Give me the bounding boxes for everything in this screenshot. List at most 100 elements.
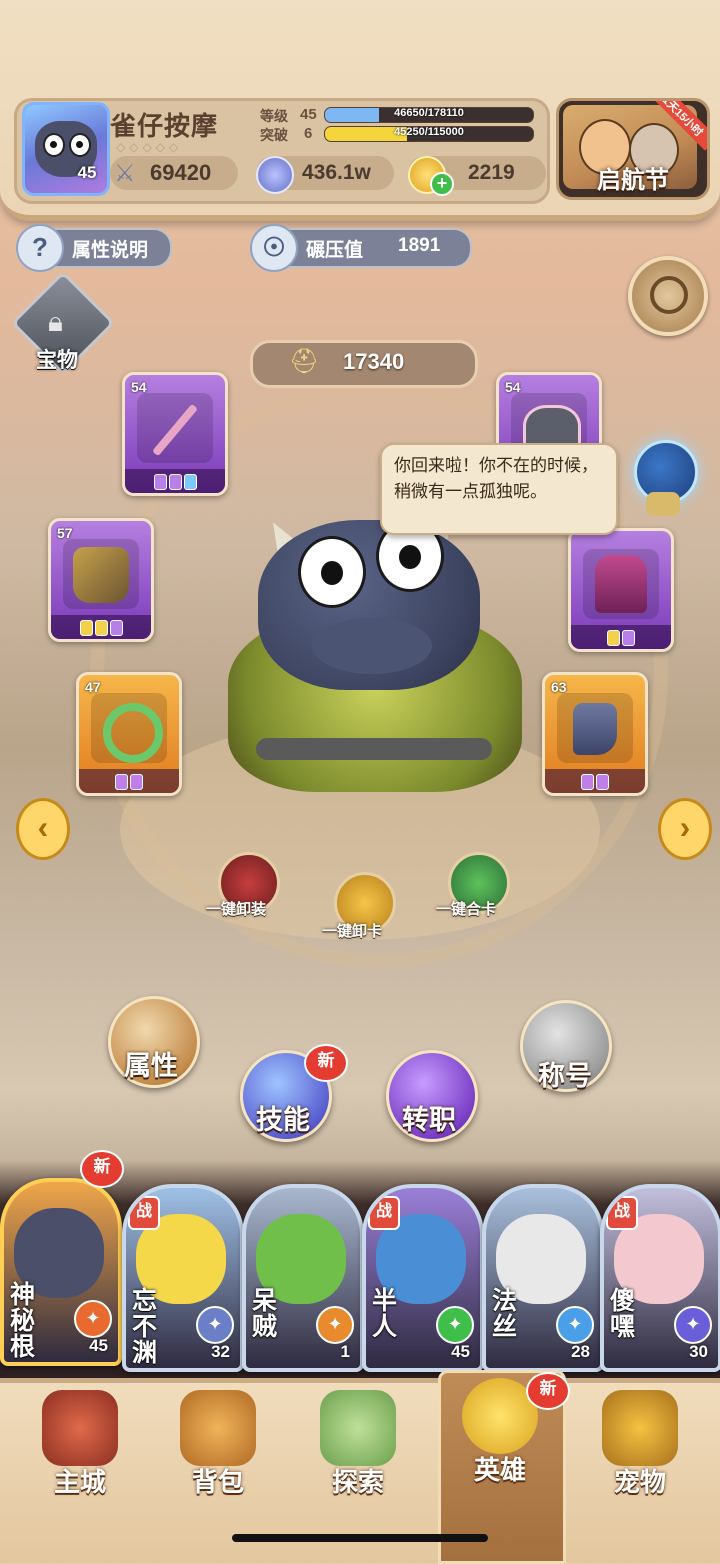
- break-text: 45250/115000: [394, 126, 464, 138]
- player-level: 45: [77, 163, 97, 182]
- nav-bag-label: 背包: [191, 1467, 244, 1497]
- hero-card[interactable]: 战傻嘿 ✦ 30: [600, 1184, 720, 1372]
- name-decoration: ◇◇◇◇◇: [116, 140, 183, 154]
- hero-card[interactable]: 战忘不渊 ✦ 32: [122, 1184, 244, 1372]
- unload-card-label: 一键卸卡: [322, 923, 383, 940]
- armor-icon: [63, 539, 139, 609]
- ring-icon: [91, 693, 167, 763]
- attribute-help-button[interactable]: ? 属性说明: [16, 224, 172, 272]
- treasure-label: 宝物: [36, 349, 78, 372]
- home-indicator[interactable]: [232, 1534, 488, 1542]
- equip-stars: [571, 625, 671, 649]
- skill-new-badge: 新: [304, 1044, 348, 1082]
- equip-slot-boots[interactable]: 63: [542, 672, 648, 796]
- add-gold-icon[interactable]: +: [430, 172, 454, 196]
- event-festival-button[interactable]: 1天15小时 启航节: [556, 98, 710, 200]
- castle-icon: [42, 1390, 118, 1466]
- hero-card[interactable]: 呆贼 ✦ 1: [242, 1184, 364, 1372]
- hero-card[interactable]: 战半人 ✦ 45: [362, 1184, 484, 1372]
- speech-bubble: 你回来啦！你不在的时候，稍微有一点孤独呢。: [380, 443, 618, 535]
- player-name: 雀仔按摩: [110, 111, 219, 141]
- hero-class-icon: ✦: [556, 1306, 594, 1344]
- gold-display[interactable]: + 2219: [408, 156, 546, 196]
- nav-explore-label: 探索: [331, 1467, 384, 1497]
- next-hero-arrow-icon[interactable]: ›: [658, 798, 712, 860]
- rank-medallion-icon[interactable]: [628, 256, 708, 336]
- question-icon: ?: [16, 224, 64, 272]
- equip-slot-ring[interactable]: 47: [76, 672, 182, 796]
- cape-icon: [583, 549, 659, 619]
- prev-hero-arrow-icon[interactable]: ‹: [16, 798, 70, 860]
- backpack-icon: [180, 1390, 256, 1466]
- grade-label: 等级: [260, 108, 288, 124]
- hero-level: 1: [340, 1342, 350, 1361]
- merge-card-button[interactable]: 一键合卡: [436, 846, 516, 926]
- lock-icon: 🔒︎: [48, 306, 63, 337]
- title-button[interactable]: 称号: [520, 1000, 616, 1096]
- nav-hero-label: 英雄: [473, 1455, 526, 1485]
- hero-level: 30: [689, 1342, 708, 1361]
- hero-card[interactable]: 法丝 ✦ 28: [482, 1184, 604, 1372]
- hero-level: 45: [451, 1342, 470, 1361]
- equip-slot-cape[interactable]: [568, 528, 674, 652]
- unequip-all-button[interactable]: 一键卸装: [206, 846, 286, 926]
- hero-level: 45: [89, 1336, 108, 1355]
- hero-class-icon: ✦: [74, 1300, 112, 1338]
- treasure-button[interactable]: 🔒︎ 宝物: [10, 270, 116, 376]
- hero-name: 忘不渊: [132, 1287, 158, 1367]
- hero-level: 32: [211, 1342, 230, 1361]
- combat-score-banner: ⛑ 17340: [250, 340, 478, 388]
- avatar-eye: [69, 133, 91, 157]
- silver-display: 436.1w: [256, 156, 394, 194]
- title-label: 称号: [538, 1061, 592, 1091]
- hero-belt: [256, 738, 492, 760]
- crush-value-button[interactable]: ☉ 碾压值 1891: [250, 224, 472, 272]
- equip-stars: [79, 769, 179, 793]
- job-change-button[interactable]: 转职: [386, 1050, 482, 1146]
- nav-main-city-label: 主城: [53, 1467, 106, 1497]
- combat-score: 17340: [343, 349, 405, 374]
- equip-stars: [51, 615, 151, 639]
- equip-stars: [125, 469, 225, 493]
- event-name: 启航节: [597, 167, 669, 194]
- skill-label: 技能: [256, 1105, 310, 1135]
- hero-snout: [312, 618, 432, 674]
- power-display: ⚔ 69420: [110, 156, 238, 190]
- equip-slot-weapon[interactable]: 54: [122, 372, 228, 496]
- break-bar: 45250/115000: [324, 126, 534, 142]
- silver-value: 436.1w: [302, 161, 371, 184]
- grade-value: 45: [300, 106, 317, 123]
- crossed-swords-icon: ⚔: [114, 160, 136, 187]
- gold-value: 2219: [468, 161, 515, 184]
- nav-main-city[interactable]: 主城: [20, 1384, 140, 1524]
- hero-new-badge: 新: [80, 1150, 124, 1188]
- unequip-label: 一键卸装: [206, 901, 267, 918]
- attribute-help-label: 属性说明: [72, 240, 149, 261]
- skill-button[interactable]: 技能 新: [240, 1044, 348, 1146]
- hero-roster-cards: 神秘根 ✦ 45 新战忘不渊 ✦ 32 呆贼 ✦ 1 战半人 ✦ 45 法丝 ✦ 28 战傻嘿 ✦ 30: [0, 1150, 720, 1380]
- hero-card[interactable]: 神秘根 ✦ 45: [0, 1178, 122, 1366]
- npc-companion[interactable]: [628, 436, 698, 516]
- war-tag-badge: 战: [606, 1196, 638, 1230]
- nav-hero[interactable]: 英雄 新: [440, 1372, 570, 1512]
- job-change-label: 转职: [402, 1105, 456, 1135]
- break-value: 6: [304, 125, 313, 142]
- pet-trophy-icon: [602, 1390, 678, 1466]
- merge-card-label: 一键合卡: [436, 901, 497, 918]
- nav-pet-label: 宠物: [613, 1467, 666, 1497]
- hero-class-icon: ✦: [674, 1306, 712, 1344]
- map-icon: [320, 1390, 396, 1466]
- equip-slot-armor[interactable]: 57: [48, 518, 154, 642]
- boots-icon: [557, 693, 633, 763]
- war-tag-badge: 战: [128, 1196, 160, 1230]
- break-label: 突破: [260, 127, 288, 143]
- nav-pet[interactable]: 宠物: [580, 1384, 700, 1524]
- attribute-button[interactable]: 属性: [108, 996, 204, 1092]
- hero-class-icon: ✦: [436, 1306, 474, 1344]
- nav-bag[interactable]: 背包: [158, 1384, 278, 1524]
- helmet-icon: ⛑: [289, 348, 320, 375]
- unload-card-button[interactable]: 一键卸卡: [322, 872, 402, 952]
- hero-class-icon: ✦: [196, 1306, 234, 1344]
- nav-explore[interactable]: 探索: [298, 1384, 418, 1524]
- medallion-symbol: [650, 276, 688, 314]
